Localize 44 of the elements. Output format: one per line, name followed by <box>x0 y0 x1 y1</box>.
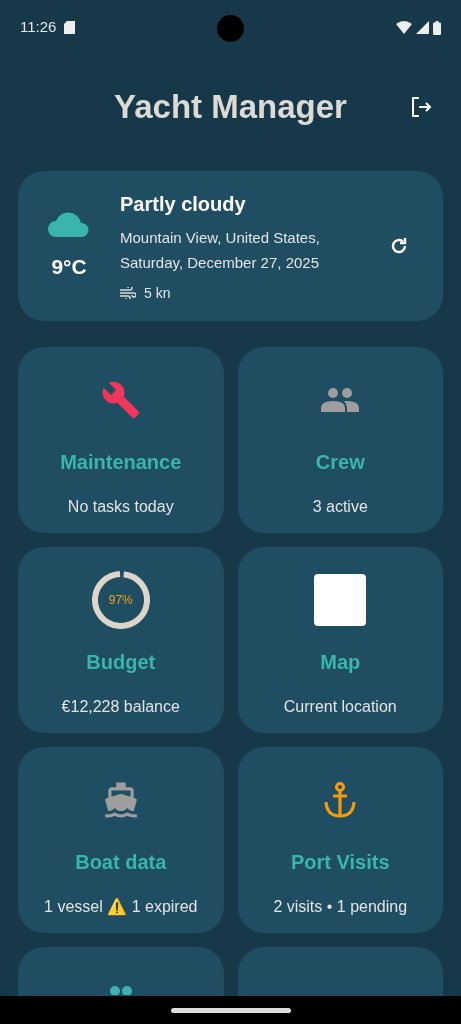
budget-gauge <box>90 570 151 630</box>
battery-icon <box>433 20 441 35</box>
anchor-icon <box>323 782 358 818</box>
dashboard-tile[interactable]: Map Current location <box>237 547 443 733</box>
gauge-percent: 97% <box>107 592 134 608</box>
tile-subtitle: Current location <box>283 697 397 717</box>
dashboard-tile[interactable] <box>237 947 443 996</box>
dashboard-tile[interactable] <box>18 947 224 996</box>
tile-subtitle: 3 active <box>312 497 368 517</box>
dashboard-tile[interactable]: Maintenance No tasks today <box>18 347 224 533</box>
cloud-icon <box>48 209 90 237</box>
dashboard-tile[interactable]: Crew 3 active <box>237 347 443 533</box>
tile-title: Budget <box>86 650 156 675</box>
refresh-icon[interactable] <box>389 236 409 256</box>
tile-title: Crew <box>315 450 365 475</box>
weather-condition: Partly cloudy <box>120 191 247 217</box>
wind-icon <box>120 287 136 299</box>
tile-subtitle: No tasks today <box>67 497 174 517</box>
tile-title: Port Visits <box>290 850 390 875</box>
dashboard-tile[interactable]: Boat data 1 vessel ⚠ 1 expired <box>18 747 224 933</box>
camera-cutout <box>217 15 244 42</box>
people-icon <box>107 985 134 995</box>
signal-icon <box>416 21 429 34</box>
wrench-icon <box>100 380 141 420</box>
app-title: Yacht Manager <box>114 87 347 128</box>
sd-card-icon <box>64 21 76 34</box>
home-handle[interactable] <box>170 1007 291 1013</box>
dashboard-tile[interactable]: Port Visits 2 visits • 1 pending <box>237 747 443 933</box>
tile-subtitle: 1 vessel ⚠ 1 expired <box>44 897 198 918</box>
location-text: Mountain View, United States, <box>120 227 321 248</box>
wifi-icon <box>396 21 412 34</box>
people-icon <box>321 388 360 412</box>
date-text: Saturday, December 27, 2025 <box>120 253 320 273</box>
tile-title: Map <box>320 650 361 675</box>
status-time: 11:26 <box>20 17 57 38</box>
tile-subtitle: 2 visits • 1 pending <box>273 897 408 917</box>
dashboard-tile[interactable]: 97% Budget €12,228 balance <box>18 547 224 733</box>
tile-title: Boat data <box>75 850 167 875</box>
logout-icon[interactable] <box>409 95 433 119</box>
map-placeholder <box>314 574 367 626</box>
wind-speed: 5 kn <box>144 283 171 303</box>
tile-title: Maintenance <box>60 450 182 475</box>
tile-subtitle: €12,228 balance <box>61 697 180 717</box>
temperature: 9°C <box>51 254 87 280</box>
